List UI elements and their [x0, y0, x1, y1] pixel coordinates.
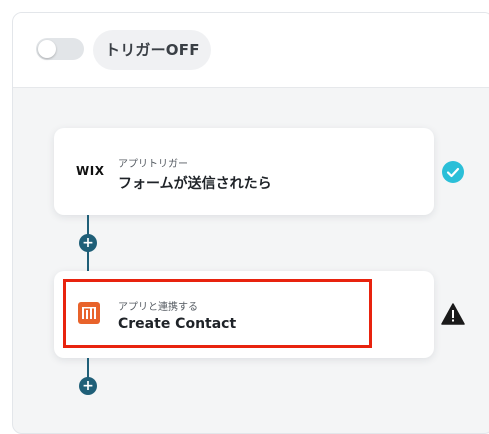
- warning-triangle-icon: [441, 303, 465, 325]
- toggle-knob: [38, 40, 56, 58]
- check-circle-icon: [442, 161, 464, 183]
- step-title: フォームが送信されたら: [118, 176, 272, 192]
- trigger-toggle-switch[interactable]: [36, 38, 84, 60]
- trigger-status-label: トリガーOFF: [105, 41, 200, 59]
- step-card-trigger[interactable]: WIX アプリトリガー フォームが送信されたら: [54, 128, 434, 215]
- flow-editor-panel: トリガーOFF WIX アプリトリガー フォームが送信されたら + アプリと連携…: [12, 12, 489, 434]
- wix-logo-icon: WIX: [76, 164, 105, 178]
- highlight-annotation-box: [63, 279, 372, 348]
- step-type-label: アプリトリガー: [118, 159, 188, 170]
- flow-header-bar: トリガーOFF: [13, 13, 489, 88]
- add-step-button[interactable]: +: [79, 377, 97, 395]
- add-step-button[interactable]: +: [79, 234, 97, 252]
